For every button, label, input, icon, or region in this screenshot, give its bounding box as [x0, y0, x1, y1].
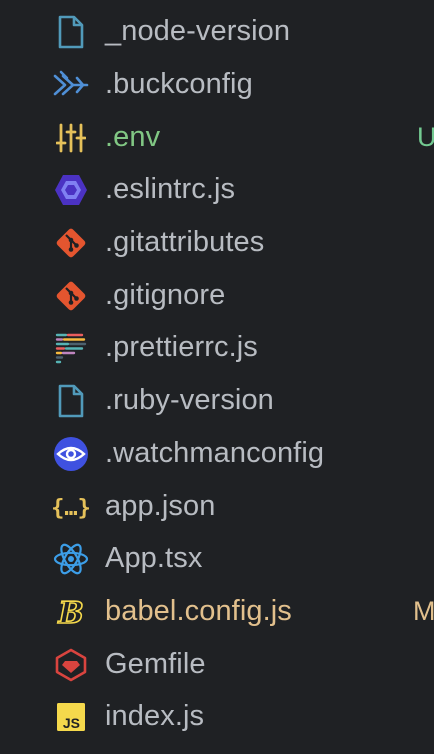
file-row-prettierrc[interactable]: .prettierrc.js — [0, 322, 434, 375]
file-explorer: _node-version .buckconfig .env U .eslint… — [0, 6, 434, 744]
file-icon — [52, 13, 90, 51]
file-name: babel.config.js — [105, 594, 292, 627]
file-name: .eslintrc.js — [105, 173, 236, 206]
file-row-buckconfig[interactable]: .buckconfig — [0, 59, 434, 112]
file-name: .watchmanconfig — [105, 436, 325, 469]
svg-text:{…}: {…} — [52, 496, 90, 521]
file-row-ruby-version[interactable]: .ruby-version — [0, 375, 434, 428]
file-name: .prettierrc.js — [105, 331, 258, 364]
file-name: Gemfile — [105, 647, 206, 680]
file-row-app-json[interactable]: {…} app.json — [0, 480, 434, 533]
file-name: app.json — [105, 489, 216, 522]
file-row-env[interactable]: .env U — [0, 111, 434, 164]
file-row-watchmanconfig[interactable]: .watchmanconfig — [0, 428, 434, 481]
file-row-babel-config[interactable]: B babel.config.js M — [0, 586, 434, 639]
json-braces-icon: {…} — [52, 488, 90, 526]
javascript-icon: JS — [52, 698, 90, 736]
git-icon — [52, 224, 90, 262]
file-name: index.js — [105, 700, 205, 733]
git-status-badge: M — [413, 595, 434, 626]
file-name: App.tsx — [105, 542, 203, 575]
file-row-index-js[interactable]: JS index.js — [0, 691, 434, 744]
svg-text:JS: JS — [63, 715, 80, 731]
eslint-icon — [52, 171, 90, 209]
buck-icon — [52, 66, 90, 104]
git-status-badge: U — [417, 121, 434, 152]
babel-icon: B — [52, 593, 90, 631]
file-row-app-tsx[interactable]: App.tsx — [0, 533, 434, 586]
env-settings-icon — [52, 119, 90, 157]
file-row-node-version[interactable]: _node-version — [0, 6, 434, 59]
file-name: .gitattributes — [105, 225, 265, 258]
git-icon — [52, 277, 90, 315]
file-row-gemfile[interactable]: Gemfile — [0, 638, 434, 691]
watchman-eye-icon — [52, 435, 90, 473]
file-name: .env — [105, 120, 161, 153]
react-atom-icon — [52, 540, 90, 578]
file-name: .ruby-version — [105, 383, 274, 416]
file-row-eslintrc[interactable]: .eslintrc.js — [0, 164, 434, 217]
svg-text:B: B — [57, 596, 83, 629]
prettier-icon — [52, 329, 90, 367]
file-icon — [52, 382, 90, 420]
file-name: .buckconfig — [105, 67, 253, 100]
file-row-gitignore[interactable]: .gitignore — [0, 269, 434, 322]
file-name: _node-version — [105, 15, 291, 48]
file-row-gitattributes[interactable]: .gitattributes — [0, 217, 434, 270]
file-name: .gitignore — [105, 278, 226, 311]
ruby-gem-icon — [52, 646, 90, 684]
